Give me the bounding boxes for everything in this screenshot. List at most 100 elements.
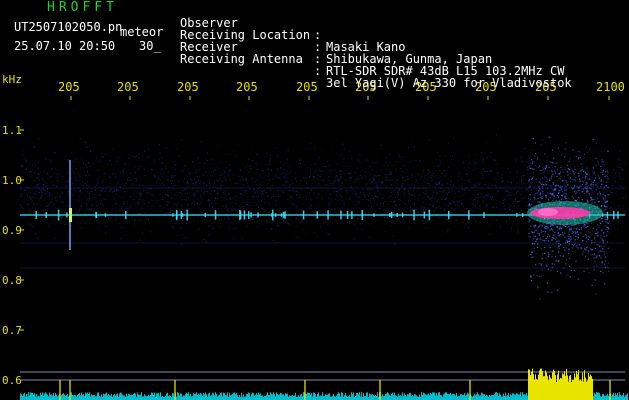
noise-pixel <box>387 165 389 167</box>
noise-pixel <box>76 218 78 220</box>
level-bar <box>593 396 594 400</box>
echo-scatter <box>555 256 557 258</box>
echo-scatter <box>564 236 566 238</box>
noise-pixel <box>202 173 204 175</box>
noise-pixel <box>172 210 174 212</box>
noise-pixel <box>46 173 48 175</box>
noise-pixel <box>465 210 467 212</box>
level-bar <box>478 394 479 400</box>
echo-scatter <box>555 237 557 239</box>
noise-pixel <box>51 169 53 170</box>
echo-scatter <box>604 171 606 173</box>
noise-pixel <box>302 228 304 230</box>
noise-pixel <box>306 183 308 185</box>
level-bar <box>600 396 601 400</box>
noise-pixel <box>620 164 622 165</box>
noise-pixel <box>452 137 454 139</box>
level-bar <box>337 393 338 400</box>
level-bar <box>203 393 204 400</box>
noise-pixel <box>127 208 128 210</box>
noise-pixel <box>436 180 438 182</box>
echo-scatter <box>532 256 534 258</box>
noise-pixel <box>275 198 277 200</box>
noise-pixel <box>76 211 77 213</box>
echo-scatter <box>543 240 545 242</box>
echo-scatter <box>582 240 584 242</box>
noise-pixel <box>357 201 359 203</box>
level-bar <box>450 392 451 400</box>
echo-scatter <box>606 176 608 178</box>
noise-pixel <box>279 161 281 163</box>
noise-pixel <box>414 223 416 225</box>
noise-pixel <box>67 191 69 193</box>
echo-scatter <box>601 238 603 240</box>
echo-scatter <box>568 253 570 255</box>
level-bar <box>443 394 444 400</box>
level-bar <box>193 392 194 400</box>
noise-pixel <box>341 170 343 172</box>
noise-pixel <box>450 155 452 157</box>
noise-pixel <box>475 189 477 191</box>
echo-scatter <box>529 236 531 238</box>
noise-pixel <box>257 154 259 156</box>
noise-pixel <box>372 169 374 171</box>
noise-pixel <box>167 211 169 213</box>
echo-scatter <box>592 138 594 141</box>
level-bar <box>99 395 100 400</box>
noise-pixel <box>269 154 271 156</box>
echo-scatter <box>587 238 589 240</box>
noise-pixel <box>568 197 570 199</box>
noise-pixel <box>386 173 388 175</box>
echo-scatter <box>580 170 582 172</box>
noise-pixel <box>604 203 606 205</box>
noise-pixel <box>206 180 208 181</box>
noise-pixel <box>602 189 604 191</box>
noise-pixel <box>241 176 243 178</box>
level-bar <box>252 392 253 400</box>
echo-scatter <box>558 190 560 192</box>
noise-pixel <box>25 157 27 159</box>
level-bar <box>432 392 433 400</box>
noise-pixel <box>359 174 361 176</box>
noise-pixel <box>155 221 157 223</box>
level-bar <box>529 369 530 400</box>
noise-pixel <box>33 180 35 182</box>
noise-pixel <box>343 201 345 202</box>
noise-pixel <box>410 210 412 212</box>
noise-pixel <box>30 211 32 213</box>
noise-pixel <box>275 200 277 202</box>
noise-pixel <box>295 205 297 207</box>
noise-pixel <box>413 195 415 197</box>
noise-pixel <box>478 197 479 199</box>
noise-pixel <box>57 196 59 198</box>
level-bar <box>601 396 602 400</box>
level-bar <box>433 392 434 400</box>
level-bar <box>359 392 360 400</box>
echo-scatter <box>606 185 608 187</box>
level-bar <box>468 393 469 400</box>
level-bar <box>430 392 431 400</box>
level-bar <box>145 395 146 400</box>
noise-pixel <box>275 148 277 150</box>
noise-pixel <box>339 170 341 172</box>
noise-pixel <box>110 189 111 191</box>
noise-pixel <box>256 195 257 197</box>
noise-pixel <box>171 197 173 199</box>
echo-hotspot <box>538 208 558 216</box>
noise-pixel <box>44 190 46 192</box>
noise-pixel <box>431 195 433 197</box>
level-bar <box>106 392 107 400</box>
echo-scatter <box>578 178 581 180</box>
noise-pixel <box>219 197 221 199</box>
noise-pixel <box>322 211 324 213</box>
noise-pixel <box>208 234 210 236</box>
noise-pixel <box>425 190 427 192</box>
noise-pixel <box>225 206 227 208</box>
noise-pixel <box>242 219 244 221</box>
echo-scatter <box>558 173 560 175</box>
noise-pixel <box>173 143 175 145</box>
noise-pixel <box>38 208 39 210</box>
noise-pixel <box>96 182 98 184</box>
noise-pixel <box>133 198 135 200</box>
noise-pixel <box>223 169 225 171</box>
